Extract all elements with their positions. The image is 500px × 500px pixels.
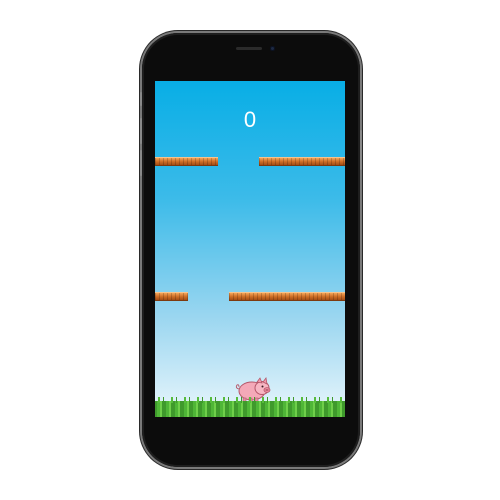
volume-down-button xyxy=(140,150,142,176)
silent-switch xyxy=(140,92,142,106)
platform-left-lower xyxy=(155,292,188,301)
volume-up-button xyxy=(140,118,142,144)
platform-right-upper xyxy=(259,157,345,166)
grass-ground xyxy=(155,397,345,417)
game-screen[interactable]: 0 xyxy=(155,81,345,417)
front-camera-icon xyxy=(270,46,275,51)
speaker-grille xyxy=(236,47,262,50)
power-button xyxy=(360,130,362,170)
score-display: 0 xyxy=(243,107,257,132)
platform-left-upper xyxy=(155,157,218,166)
platform-right-lower xyxy=(229,292,345,301)
